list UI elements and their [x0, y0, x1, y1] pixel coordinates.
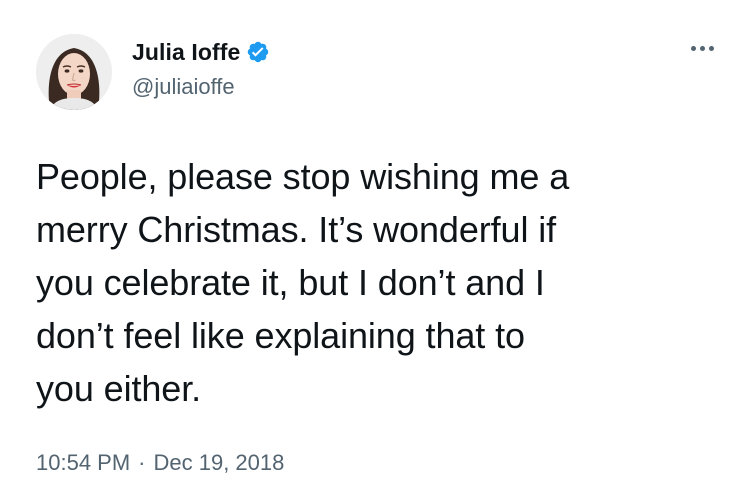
tweet-text: People, please stop wishing me a merry C… [36, 150, 726, 415]
tweet-timestamp[interactable]: 10:54 PM · Dec 19, 2018 [36, 450, 284, 476]
author-name-row: Julia Ioffe [132, 34, 270, 70]
tweet-text-line: People, please stop wishing me a [36, 156, 570, 197]
tweet-text-line: you either. [36, 368, 202, 409]
avatar-portrait-icon [36, 34, 112, 110]
tweet-text-line: you celebrate it, but I don’t and I [36, 262, 545, 303]
more-options-dot-icon [708, 45, 714, 51]
tweet-text-line: don’t feel like explaining that to [36, 315, 525, 356]
verified-badge-icon [246, 40, 270, 64]
avatar[interactable] [36, 34, 112, 110]
more-options-dot-icon [699, 45, 705, 51]
tweet-card: Julia Ioffe @juliaioffe People, please s… [0, 0, 750, 485]
author-display-name[interactable]: Julia Ioffe [132, 39, 240, 66]
author-handle[interactable]: @juliaioffe [132, 74, 270, 100]
tweet-text-line: merry Christmas. It’s wonderful if [36, 209, 557, 250]
tweet-time: 10:54 PM [36, 450, 131, 475]
author-block: Julia Ioffe @juliaioffe [132, 34, 270, 100]
more-options-dot-icon [690, 45, 696, 51]
more-options-button[interactable] [686, 36, 718, 60]
tweet-date: Dec 19, 2018 [153, 450, 285, 475]
meta-separator: · [138, 450, 146, 475]
